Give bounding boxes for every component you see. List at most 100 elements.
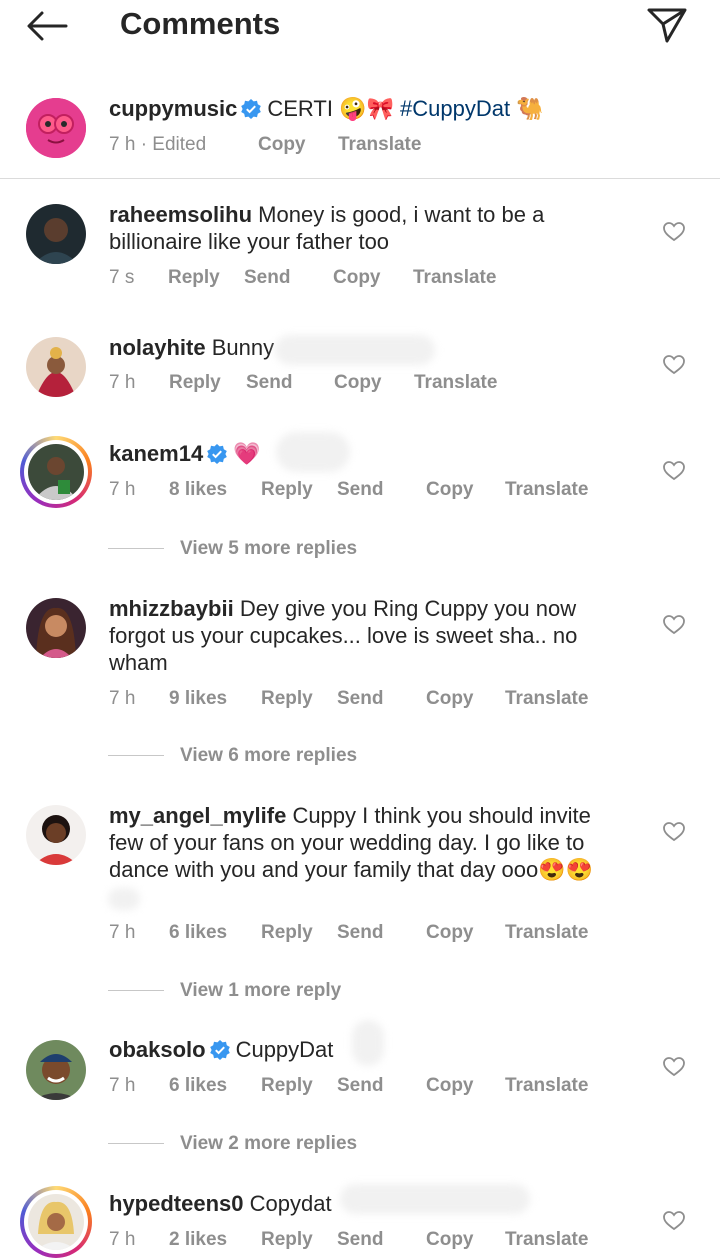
comment-text: raheemsolihu Money is good, i want to be… bbox=[109, 201, 629, 255]
likes-count[interactable]: 6 likes bbox=[169, 1075, 227, 1097]
caption-emojis: 🤪🎀 bbox=[339, 96, 394, 121]
translate-button[interactable]: Translate bbox=[338, 134, 421, 156]
comment-body: Bunny bbox=[211, 335, 275, 360]
view-replies-line bbox=[108, 548, 164, 549]
heart-icon[interactable] bbox=[663, 222, 685, 242]
page-title: Comments bbox=[120, 6, 281, 41]
translate-button[interactable]: Translate bbox=[414, 372, 497, 394]
send-button[interactable]: Send bbox=[244, 267, 290, 289]
avatar[interactable] bbox=[26, 1040, 86, 1100]
blurred-region bbox=[340, 1184, 530, 1214]
comment-text: mhizzbaybii Dey give you Ring Cuppy you … bbox=[109, 595, 629, 676]
translate-button[interactable]: Translate bbox=[505, 688, 588, 710]
avatar[interactable] bbox=[26, 805, 86, 865]
reply-button[interactable]: Reply bbox=[261, 479, 313, 501]
view-replies-line bbox=[108, 990, 164, 991]
send-button[interactable]: Send bbox=[246, 372, 292, 394]
likes-count[interactable]: 2 likes bbox=[169, 1229, 227, 1251]
avatar bbox=[28, 444, 84, 500]
avatar[interactable] bbox=[26, 337, 86, 397]
copy-button[interactable]: Copy bbox=[426, 922, 474, 944]
heart-icon[interactable] bbox=[663, 1057, 685, 1077]
heart-icon[interactable] bbox=[663, 822, 685, 842]
comment-time: 7 h bbox=[109, 922, 136, 943]
copy-button[interactable]: Copy bbox=[426, 688, 474, 710]
heart-icon[interactable] bbox=[663, 615, 685, 635]
comment-time: 7 h bbox=[109, 688, 136, 709]
view-replies-line bbox=[108, 1143, 164, 1144]
reply-button[interactable]: Reply bbox=[261, 688, 313, 710]
avatar[interactable] bbox=[26, 598, 86, 658]
blurred-region bbox=[276, 432, 350, 472]
blurred-region bbox=[352, 1020, 384, 1066]
heart-icon[interactable] bbox=[663, 355, 685, 375]
likes-count[interactable]: 9 likes bbox=[169, 688, 227, 710]
comment-username[interactable]: obaksolo bbox=[109, 1037, 206, 1062]
comment-body: CuppyDat bbox=[235, 1037, 334, 1062]
comment-username[interactable]: nolayhite bbox=[109, 335, 206, 360]
verified-badge-icon bbox=[207, 443, 227, 470]
back-arrow-icon[interactable] bbox=[26, 10, 68, 42]
copy-button[interactable]: Copy bbox=[426, 1229, 474, 1251]
copy-button[interactable]: Copy bbox=[426, 479, 474, 501]
comment-time: 7 h bbox=[109, 1229, 136, 1250]
caption-text: cuppymusic CERTI 🤪🎀 #CuppyDat 🐫 bbox=[109, 95, 629, 125]
camel-emoji: 🐫 bbox=[516, 96, 544, 121]
likes-count[interactable]: 8 likes bbox=[169, 479, 227, 501]
blurred-region bbox=[108, 888, 140, 910]
comment-username[interactable]: mhizzbaybii bbox=[109, 596, 234, 621]
translate-button[interactable]: Translate bbox=[505, 1075, 588, 1097]
story-ring[interactable] bbox=[20, 436, 92, 508]
comment-time: 7 h bbox=[109, 1075, 136, 1096]
send-button[interactable]: Send bbox=[337, 922, 383, 944]
reply-button[interactable]: Reply bbox=[261, 922, 313, 944]
caption-time: 7 h · Edited bbox=[109, 134, 207, 155]
heart-icon[interactable] bbox=[663, 1211, 685, 1231]
view-more-replies[interactable]: View 5 more replies bbox=[180, 538, 357, 560]
comment-time: 7 h bbox=[109, 372, 136, 393]
avatar[interactable] bbox=[26, 98, 86, 158]
comment-time: 7 s bbox=[109, 267, 135, 288]
view-more-replies[interactable]: View 6 more replies bbox=[180, 745, 357, 767]
story-ring[interactable] bbox=[20, 1186, 92, 1258]
send-button[interactable]: Send bbox=[337, 479, 383, 501]
send-button[interactable]: Send bbox=[337, 688, 383, 710]
translate-button[interactable]: Translate bbox=[505, 1229, 588, 1251]
view-more-replies[interactable]: View 1 more reply bbox=[180, 980, 341, 1002]
caption-body: CERTI bbox=[267, 96, 333, 121]
avatar[interactable] bbox=[26, 204, 86, 264]
copy-button[interactable]: Copy bbox=[334, 372, 382, 394]
blurred-region bbox=[275, 335, 435, 365]
caption-hashtag[interactable]: #CuppyDat bbox=[400, 96, 510, 121]
translate-button[interactable]: Translate bbox=[505, 922, 588, 944]
caption-divider bbox=[0, 178, 720, 179]
copy-button[interactable]: Copy bbox=[258, 134, 306, 156]
comment-username[interactable]: hypedteens0 bbox=[109, 1191, 244, 1216]
send-button[interactable]: Send bbox=[337, 1229, 383, 1251]
send-button[interactable]: Send bbox=[337, 1075, 383, 1097]
verified-badge-icon bbox=[209, 1039, 230, 1066]
comment-username[interactable]: my_angel_mylife bbox=[109, 803, 286, 828]
reply-button[interactable]: Reply bbox=[261, 1229, 313, 1251]
comment-text: my_angel_mylife Cuppy I think you should… bbox=[109, 802, 629, 883]
translate-button[interactable]: Translate bbox=[505, 479, 588, 501]
verified-badge-icon bbox=[241, 98, 262, 125]
comment-text: kanem14 💗 bbox=[109, 440, 629, 470]
reply-button[interactable]: Reply bbox=[261, 1075, 313, 1097]
comment-username[interactable]: raheemsolihu bbox=[109, 202, 252, 227]
comment-username[interactable]: kanem14 bbox=[109, 441, 203, 466]
avatar bbox=[28, 1194, 84, 1250]
translate-button[interactable]: Translate bbox=[413, 267, 496, 289]
reply-button[interactable]: Reply bbox=[169, 372, 221, 394]
heart-icon[interactable] bbox=[663, 461, 685, 481]
comment-time: 7 h bbox=[109, 479, 136, 500]
likes-count[interactable]: 6 likes bbox=[169, 922, 227, 944]
copy-button[interactable]: Copy bbox=[333, 267, 381, 289]
share-send-icon[interactable] bbox=[646, 6, 688, 44]
view-more-replies[interactable]: View 2 more replies bbox=[180, 1133, 357, 1155]
reply-button[interactable]: Reply bbox=[168, 267, 220, 289]
caption-username[interactable]: cuppymusic bbox=[109, 96, 237, 121]
view-replies-line bbox=[108, 755, 164, 756]
comment-body: Copydat bbox=[249, 1191, 332, 1216]
copy-button[interactable]: Copy bbox=[426, 1075, 474, 1097]
